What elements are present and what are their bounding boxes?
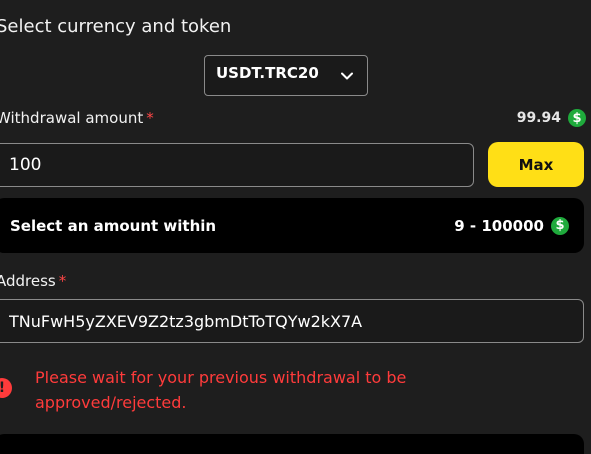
amount-range-panel: Select an amount within 9 - 100000 $	[0, 198, 584, 253]
address-input[interactable]	[0, 299, 584, 343]
amount-range-value: 9 - 100000	[454, 216, 544, 235]
withdrawal-amount-label-text: Withdrawal amount	[0, 109, 144, 127]
error-message-text: Please wait for your previous withdrawal…	[35, 368, 407, 412]
address-label-text: Address	[0, 272, 56, 290]
address-label: Address *	[0, 272, 66, 290]
required-marker: *	[146, 109, 154, 127]
chevron-down-icon	[339, 68, 355, 84]
currency-section-title: Select currency and token	[0, 16, 232, 37]
required-marker: *	[58, 272, 67, 290]
balance-value: 99.94	[516, 110, 561, 126]
max-button[interactable]: Max	[488, 142, 584, 187]
amount-range-label: Select an amount within	[10, 216, 217, 235]
bottom-panel	[0, 434, 584, 454]
dollar-coin-icon: $	[568, 109, 586, 127]
withdrawal-amount-label: Withdrawal amount *	[0, 109, 154, 127]
error-message: ! Please wait for your previous withdraw…	[0, 365, 582, 415]
withdraw-form: Select currency and token USDT.TRC20 Wit…	[0, 0, 591, 454]
withdrawal-amount-input[interactable]	[0, 143, 474, 187]
balance-display: 99.94 $	[517, 109, 586, 127]
token-select-value: USDT.TRC20	[216, 63, 319, 82]
exclamation-icon: !	[0, 378, 12, 398]
dollar-coin-icon: $	[551, 216, 569, 235]
token-select[interactable]: USDT.TRC20	[204, 55, 368, 96]
